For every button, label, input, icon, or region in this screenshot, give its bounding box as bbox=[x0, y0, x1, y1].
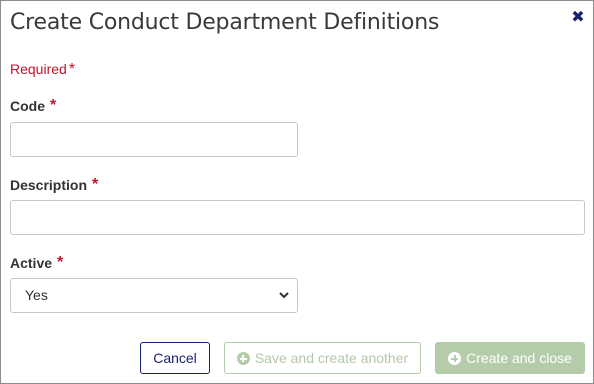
create-and-close-label: Create and close bbox=[466, 350, 572, 366]
active-select[interactable]: Yes bbox=[10, 278, 298, 313]
save-and-create-another-button[interactable]: Save and create another bbox=[224, 342, 421, 374]
active-required-star: * bbox=[57, 254, 64, 271]
description-input[interactable] bbox=[10, 200, 585, 235]
required-note-label: Required bbox=[10, 61, 67, 77]
required-note: Required * bbox=[10, 61, 75, 79]
description-label-text: Description bbox=[10, 177, 88, 193]
code-label: Code * bbox=[10, 97, 56, 115]
active-select-value: Yes bbox=[25, 287, 48, 303]
code-required-star: * bbox=[50, 97, 57, 114]
active-label-text: Active bbox=[10, 255, 53, 271]
cancel-button[interactable]: Cancel bbox=[140, 342, 210, 374]
plus-circle-icon bbox=[448, 352, 462, 365]
active-label: Active * bbox=[10, 254, 63, 272]
description-label: Description * bbox=[10, 176, 98, 194]
code-input[interactable] bbox=[10, 122, 298, 157]
create-and-close-button[interactable]: Create and close bbox=[435, 342, 585, 374]
save-and-create-another-label: Save and create another bbox=[254, 350, 409, 366]
cancel-button-label: Cancel bbox=[153, 350, 197, 366]
plus-circle-icon bbox=[236, 352, 250, 365]
description-required-star: * bbox=[92, 176, 99, 193]
close-icon[interactable]: ✖ bbox=[569, 8, 587, 26]
chevron-down-icon bbox=[279, 292, 289, 299]
dialog-title: Create Conduct Department Definitions bbox=[10, 10, 440, 35]
code-label-text: Code bbox=[10, 98, 45, 114]
create-dialog: Create Conduct Department Definitions ✖ … bbox=[0, 0, 594, 384]
required-star: * bbox=[68, 61, 76, 78]
